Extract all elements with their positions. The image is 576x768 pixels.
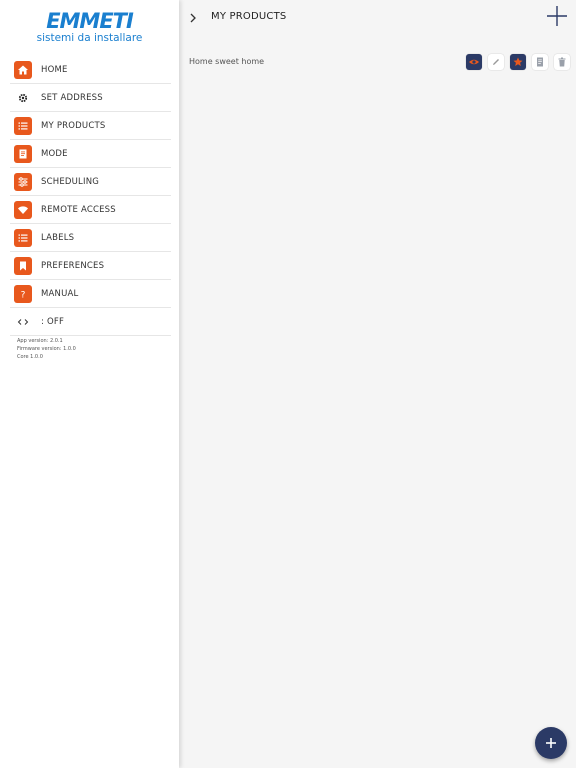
sidebar: EMMETI sistemi da installare HOME SET AD… (0, 0, 179, 768)
sidebar-item-preferences[interactable]: PREFERENCES (10, 252, 171, 280)
chevron-right-icon[interactable] (187, 10, 199, 24)
version-info: App version: 2.0.1 Firmware version: 1.0… (17, 337, 167, 361)
product-row[interactable]: Home sweet home (179, 50, 576, 76)
sidebar-item-labels[interactable]: LABELS (10, 224, 171, 252)
sidebar-item-label: SET ADDRESS (41, 92, 103, 103)
eye-icon (469, 59, 479, 65)
sidebar-item-label: MODE (41, 148, 68, 159)
logo-brand: EMMETI (46, 9, 134, 33)
sidebar-menu: HOME SET ADDRESS MY PRODUCTS MODE SCHEDU… (10, 56, 171, 336)
product-actions (466, 54, 570, 70)
home-icon (14, 60, 32, 79)
star-icon (513, 57, 523, 66)
delete-button[interactable] (554, 54, 570, 70)
add-fab-button[interactable] (535, 727, 567, 759)
sidebar-item-label: MY PRODUCTS (41, 120, 106, 131)
emmeti-logo: EMMETI sistemi da installare (0, 10, 179, 46)
plus-icon (546, 738, 556, 748)
document-icon (14, 144, 32, 163)
sliders-icon (14, 172, 32, 191)
sidebar-item-mode[interactable]: MODE (10, 140, 171, 168)
sidebar-item-toggle[interactable]: : OFF (10, 308, 171, 336)
page-title: MY PRODUCTS (211, 11, 287, 22)
edit-button[interactable] (488, 54, 504, 70)
sidebar-item-my-products[interactable]: MY PRODUCTS (10, 112, 171, 140)
sidebar-item-label: LABELS (41, 232, 75, 243)
favorite-button[interactable] (510, 54, 526, 70)
question-icon: ? (14, 284, 32, 303)
main-content: MY PRODUCTS Home sweet home (179, 0, 576, 768)
details-button[interactable] (532, 54, 548, 70)
sidebar-item-label: MANUAL (41, 288, 79, 299)
wifi-icon (14, 200, 32, 219)
code-arrows-icon (14, 313, 32, 331)
document-icon (537, 57, 543, 67)
sidebar-item-scheduling[interactable]: SCHEDULING (10, 168, 171, 196)
sidebar-item-remote-access[interactable]: REMOTE ACCESS (10, 196, 171, 224)
sidebar-item-label: REMOTE ACCESS (41, 204, 116, 215)
sidebar-item-label: : OFF (41, 316, 65, 327)
list-icon (14, 228, 32, 247)
app-version: App version: 2.0.1 (17, 338, 63, 344)
product-name: Home sweet home (189, 57, 265, 66)
view-button[interactable] (466, 54, 482, 70)
svg-text:?: ? (21, 290, 26, 300)
trash-icon (558, 57, 566, 67)
sidebar-item-set-address[interactable]: SET ADDRESS (10, 84, 171, 112)
gear-icon (14, 89, 32, 107)
sidebar-item-label: PREFERENCES (41, 260, 105, 271)
page-header: MY PRODUCTS (179, 0, 576, 36)
list-icon (14, 116, 32, 135)
firmware-version: Firmware version: 1.0.0 (17, 346, 76, 352)
sidebar-item-home[interactable]: HOME (10, 56, 171, 84)
core-version: Core 1.0.0 (17, 354, 43, 360)
sidebar-item-label: SCHEDULING (41, 176, 100, 187)
bookmark-icon (14, 256, 32, 275)
pencil-icon (493, 59, 499, 65)
sidebar-item-manual[interactable]: ? MANUAL (10, 280, 171, 308)
add-icon[interactable] (546, 5, 568, 27)
sidebar-item-label: HOME (41, 64, 68, 75)
logo-tagline: sistemi da installare (36, 32, 143, 44)
